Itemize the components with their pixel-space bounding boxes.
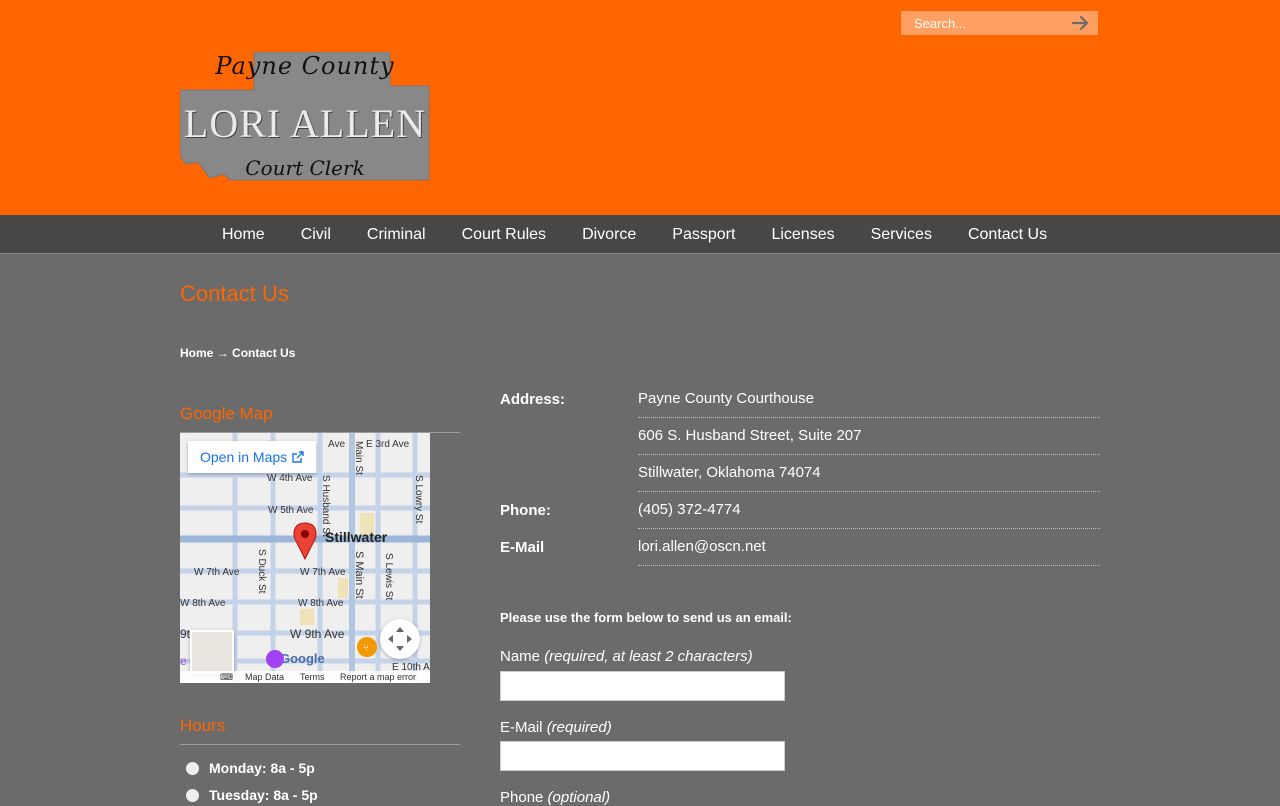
map-label-husband: S Husband St xyxy=(320,475,331,537)
clock-icon xyxy=(186,762,199,775)
email-label: E-Mail xyxy=(500,539,545,556)
breadcrumb-home[interactable]: Home xyxy=(180,346,213,360)
google-logo: Google xyxy=(280,651,325,666)
logo-title: Court Clerk xyxy=(245,156,365,180)
map-label-w7th-left: W 7th Ave xyxy=(194,567,240,578)
form-intro: Please use the form below to send us an … xyxy=(500,610,792,625)
email-label-text: E-Mail xyxy=(500,719,543,736)
breadcrumb-current: Contact Us xyxy=(232,346,296,360)
address-line-3: Stillwater, Oklahoma 74074 xyxy=(638,455,1100,492)
map-label-w8th-mid: W 8th Ave xyxy=(298,598,344,609)
name-field-label: Name (required, at least 2 characters) xyxy=(500,648,753,665)
map-report-link[interactable]: Report a map error xyxy=(340,671,416,683)
map-label-duck: S Duck St xyxy=(256,549,267,594)
phone-row: Phone: (405) 372-4774 xyxy=(500,492,1100,529)
map-label-w9th: W 9th Ave xyxy=(290,627,345,641)
address-row: Address: Payne County Courthouse xyxy=(500,381,1100,418)
hours-text: Monday: 8a - 5p xyxy=(209,760,315,776)
name-label-note: (required, at least 2 characters) xyxy=(544,648,753,665)
google-map[interactable]: W 4th Ave W 5th Ave W 7th Ave W 7th Ave … xyxy=(180,433,430,683)
email-field-label: E-Mail (required) xyxy=(500,719,612,736)
external-link-icon xyxy=(292,451,304,463)
email-row: E-Mail lori.allen@oscn.net xyxy=(500,529,1100,566)
phone-label-note: (optional) xyxy=(547,789,611,806)
map-label-lowry: S Lowry St xyxy=(413,475,424,524)
name-field[interactable] xyxy=(500,671,785,701)
logo-name: LORI ALLEN xyxy=(183,101,427,146)
nav-court-rules[interactable]: Court Rules xyxy=(444,215,564,255)
open-in-maps-label: Open in Maps xyxy=(200,449,288,465)
address-row-2: 606 S. Husband Street, Suite 207 xyxy=(500,418,1100,455)
page-title: Contact Us xyxy=(180,281,289,306)
hours-text: Tuesday: 8a - 5p xyxy=(209,787,318,803)
breadcrumb: Home → Contact Us xyxy=(180,346,295,360)
nav-services[interactable]: Services xyxy=(853,215,950,255)
site-header: Payne County LORI ALLEN Court Clerk xyxy=(0,0,1280,215)
map-footer: ⌨ Map Data Terms Report a map error xyxy=(180,671,430,683)
nav-divorce[interactable]: Divorce xyxy=(564,215,654,255)
email-field[interactable] xyxy=(500,741,785,771)
nav-licenses[interactable]: Licenses xyxy=(753,215,852,255)
site-logo[interactable]: Payne County LORI ALLEN Court Clerk xyxy=(180,52,430,182)
phone-field-label: Phone (optional) xyxy=(500,789,610,806)
search-input[interactable] xyxy=(901,11,1074,35)
map-label-w7th-mid: W 7th Ave xyxy=(300,567,346,578)
map-pin-icon[interactable] xyxy=(293,522,317,561)
map-label-main-top: Main St xyxy=(353,441,364,475)
phone-label: Phone: xyxy=(500,502,551,519)
nav-criminal[interactable]: Criminal xyxy=(349,215,444,255)
nav-contact-us[interactable]: Contact Us xyxy=(950,215,1065,255)
search-box xyxy=(901,11,1098,35)
map-layer-toggle[interactable] xyxy=(190,630,234,674)
keyboard-icon[interactable]: ⌨ xyxy=(220,671,233,683)
map-label-stillwater: Stillwater xyxy=(325,529,388,545)
phone-value: (405) 372-4774 xyxy=(638,492,1100,529)
map-label-lewis: S Lewis St xyxy=(383,553,394,600)
phone-label-text: Phone xyxy=(500,789,544,806)
nav-home[interactable]: Home xyxy=(204,215,283,255)
address-line-1: Payne County Courthouse xyxy=(638,381,1100,418)
map-label-w8th-left: W 8th Ave xyxy=(180,598,226,609)
hours-item: Tuesday: 8a - 5p xyxy=(186,787,318,803)
address-row-3: Stillwater, Oklahoma 74074 xyxy=(500,455,1100,492)
map-widget-title: Google Map xyxy=(180,404,460,433)
pan-arrows-icon xyxy=(388,627,412,651)
map-label-e3rd: E 3rd Ave xyxy=(366,439,410,450)
hours-widget-title: Hours xyxy=(180,716,460,745)
main-nav: Home Civil Criminal Court Rules Divorce … xyxy=(0,215,1280,254)
email-link[interactable]: lori.allen@oscn.net xyxy=(638,529,1100,566)
map-camera-control[interactable] xyxy=(380,619,420,659)
poi-icon[interactable] xyxy=(266,650,284,668)
map-label-w5th: W 5th Ave xyxy=(268,505,314,516)
map-label-w4th: W 4th Ave xyxy=(267,473,313,484)
clock-icon xyxy=(186,789,199,802)
logo-county: Payne County xyxy=(215,52,395,80)
nav-civil[interactable]: Civil xyxy=(283,215,349,255)
svg-text:⑂: ⑂ xyxy=(363,643,369,654)
restaurant-icon[interactable]: ⑂ xyxy=(357,637,377,657)
address-label: Address: xyxy=(500,391,566,408)
map-terms-link[interactable]: Terms xyxy=(300,671,325,683)
map-label-ave-top: Ave xyxy=(328,439,345,450)
breadcrumb-separator: → xyxy=(216,346,229,360)
map-data-link[interactable]: Map Data xyxy=(245,671,284,683)
hours-item: Monday: 8a - 5p xyxy=(186,760,315,776)
name-label-text: Name xyxy=(500,648,541,665)
address-line-2: 606 S. Husband Street, Suite 207 xyxy=(638,418,1100,455)
nav-passport[interactable]: Passport xyxy=(654,215,753,255)
map-label-main: S Main St xyxy=(353,551,365,599)
email-label-note: (required) xyxy=(546,719,612,736)
arrow-right-icon[interactable] xyxy=(1070,13,1092,33)
open-in-maps-button[interactable]: Open in Maps xyxy=(188,441,316,473)
